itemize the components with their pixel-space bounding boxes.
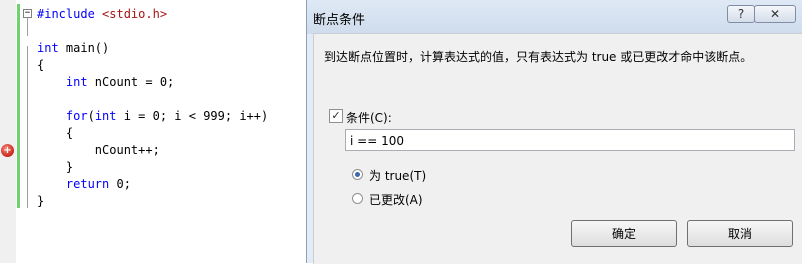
dialog-titlebar[interactable]: 断点条件 ? ✕ <box>307 0 802 34</box>
breakpoint-condition-dialog: 断点条件 ? ✕ 到达断点位置时，计算表达式的值，只有表达式为 true 或已更… <box>306 0 802 264</box>
code-line-1: #include <stdio.h> <box>37 7 168 21</box>
condition-checkbox[interactable]: ✓ <box>329 109 343 123</box>
code-line-3: int main() <box>37 41 110 55</box>
radio-is-true-label[interactable]: 为 true(T) <box>369 167 426 184</box>
code-line-11: return 0; <box>37 177 131 191</box>
outline-line <box>27 18 28 36</box>
breakpoint-icon[interactable]: + <box>1 144 14 157</box>
breakpoint-margin[interactable] <box>0 0 16 263</box>
outline-line <box>27 46 28 208</box>
dialog-description: 到达断点位置时，计算表达式的值，只有表达式为 true 或已更改才命中该断点。 <box>324 50 753 64</box>
code-line-10: } <box>37 160 74 174</box>
radio-is-true[interactable] <box>352 169 363 180</box>
code-line-5: int nCount = 0; <box>37 75 175 89</box>
code-line-4: { <box>37 58 45 72</box>
condition-checkbox-label[interactable]: 条件(C): <box>346 109 392 126</box>
radio-has-changed[interactable] <box>352 193 363 204</box>
code-line-12: } <box>37 194 45 208</box>
outline-collapse-icon[interactable]: − <box>23 9 32 18</box>
code-editor[interactable]: + − #include <stdio.h> int main() { int … <box>0 0 306 263</box>
change-tracking-bar <box>17 4 20 208</box>
dialog-title: 断点条件 <box>313 13 366 28</box>
help-button[interactable]: ? <box>727 5 755 23</box>
ok-button[interactable]: 确定 <box>571 220 677 247</box>
code-line-7: for(int i = 0; i < 999; i++) <box>37 109 269 123</box>
radio-has-changed-label[interactable]: 已更改(A) <box>369 191 423 208</box>
close-button[interactable]: ✕ <box>754 5 796 23</box>
code-line-9: nCount++; <box>37 143 160 157</box>
condition-input[interactable]: i == 100 <box>345 129 795 151</box>
cancel-button[interactable]: 取消 <box>687 220 793 247</box>
dialog-body: 到达断点位置时，计算表达式的值，只有表达式为 true 或已更改才命中该断点。 … <box>313 33 802 264</box>
code-line-8: { <box>37 126 74 140</box>
